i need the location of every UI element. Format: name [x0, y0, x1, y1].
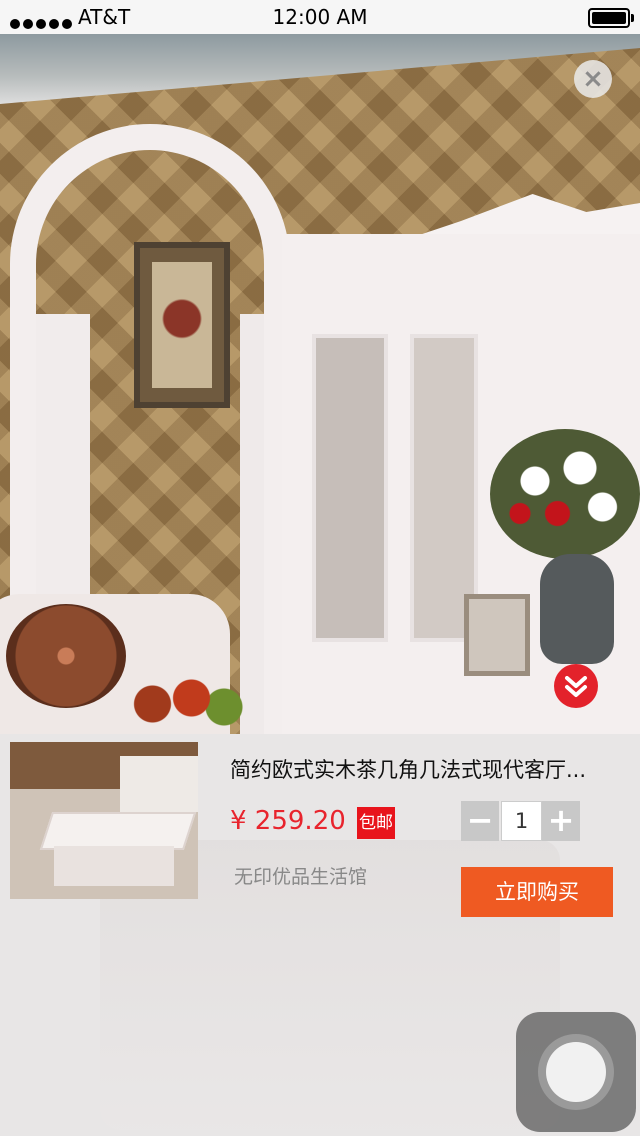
buy-now-button[interactable]: 立即购买 — [461, 867, 613, 917]
quantity-input[interactable]: 1 — [501, 801, 542, 841]
decrease-quantity-button[interactable]: − — [461, 801, 499, 841]
battery-full-icon — [588, 8, 634, 28]
quantity-stepper: − 1 + — [461, 801, 580, 841]
product-photo — [0, 34, 640, 734]
round-pillow — [6, 604, 126, 708]
assistive-touch-icon[interactable] — [516, 1012, 636, 1132]
shop-name[interactable]: 无印优品生活馆 — [234, 862, 367, 889]
clock: 12:00 AM — [272, 5, 368, 29]
flower-arrangement — [490, 429, 640, 559]
chevron-down-icon[interactable] — [554, 664, 598, 708]
wall-painting — [134, 242, 230, 408]
close-icon[interactable]: × — [574, 60, 612, 98]
free-shipping-badge: 包邮 — [357, 807, 395, 839]
product-thumbnail[interactable] — [10, 742, 198, 899]
product-title: 简约欧式实木茶几角几法式现代客厅... — [230, 758, 587, 782]
status-bar: AT&T 12:00 AM — [0, 0, 640, 34]
product-price: ¥ 259.20 — [230, 806, 346, 836]
increase-quantity-button[interactable]: + — [542, 801, 580, 841]
